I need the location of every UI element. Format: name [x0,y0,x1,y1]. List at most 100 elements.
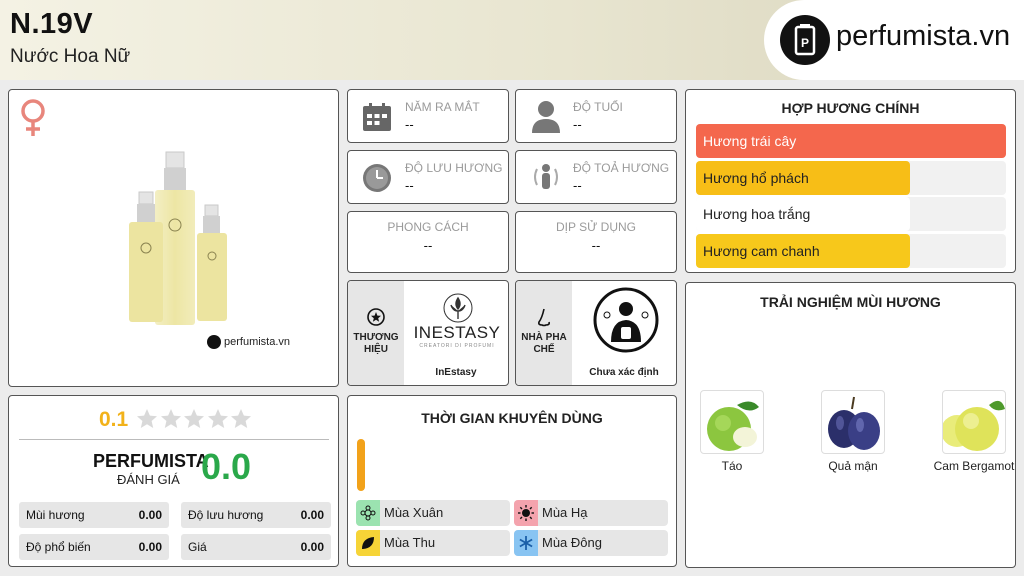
release-year-label: NĂM RA MẮT [405,100,480,114]
stat-item: Độ lưu hương 0.00 [181,502,331,528]
plum-icon[interactable] [821,390,885,454]
rating-card: 0.1 PERFUMISTA ĐÁNH GIÁ 0.0 Mùi hương 0.0… [8,395,339,567]
perfumista-score: 0.0 [201,446,252,487]
main-accords-card: HỢP HƯƠNG CHÍNH Hương trái cây Hương hổ p… [685,89,1016,273]
sillage-value: -- [573,178,582,193]
perfumer-name: Chưa xác định [589,367,659,378]
age-box: ĐỘ TUỔI -- [515,89,677,143]
perfumer-label-2: CHẾ [533,344,555,355]
clock-icon [362,163,392,198]
age-label: ĐỘ TUỔI [573,100,623,114]
sillage-person-icon [530,161,562,198]
watermark-logo-icon [207,335,221,349]
stat-name: Mùi hương [26,508,85,522]
star-icon[interactable] [207,408,230,432]
stat-item: Giá 0.00 [181,534,331,560]
accord-row: Hương hổ phách [696,160,1006,195]
accord-row: Hương cam chanh [696,233,1006,268]
season-tag: Mùa Xuân [356,500,510,526]
longevity-label: ĐỘ LƯU HƯƠNG [405,161,503,175]
star-icon[interactable] [183,408,206,432]
season-label: Mùa Hạ [542,505,588,520]
brand-label-1: THƯƠNG [353,332,399,343]
perfume-bottle-logo-icon: P [780,15,830,65]
rating-divider [19,439,329,440]
style-box: PHONG CÁCH -- [347,211,509,273]
stat-name: Độ phổ biến [26,540,91,554]
perfume-bottles-image [109,150,249,335]
note-name: Quả mận [828,459,878,473]
star-icon[interactable] [136,408,159,432]
longevity-box: ĐỘ LƯU HƯƠNG -- [347,150,509,204]
season-tag: Mùa Hạ [514,500,668,526]
perfumer-card[interactable]: NHÀ PHA CHẾ Chưa xác định [515,280,677,386]
female-symbol-icon [19,98,47,143]
season-tag: Mùa Thu [356,530,510,556]
page-header: N.19V Nước Hoa Nữ P perfumista.vn [0,0,1024,80]
note-name: Táo [721,459,743,473]
bergamot-icon[interactable] [942,390,1006,454]
brand-logo-tagline: CREATORI DI PROFUMI [419,343,495,349]
recommended-time-title: THỜI GIAN KHUYÊN DÙNG [421,410,603,426]
stat-value: 0.00 [300,540,324,554]
brand-name: InEstasy [435,367,477,378]
note-name: Cam Bergamot [933,459,1015,473]
person-icon [530,99,562,138]
season-label: Mùa Thu [384,535,436,550]
site-logo[interactable]: P perfumista.vn [764,0,1024,80]
perfumer-label-1: NHÀ PHA [521,332,567,343]
perfumer-avatar-icon [593,287,659,358]
sun-icon [514,500,538,526]
longevity-value: -- [405,178,414,193]
accord-label: Hương trái cây [703,133,797,149]
stat-item: Độ phổ biến 0.00 [19,534,169,560]
occasion-box: DỊP SỬ DỤNG -- [515,211,677,273]
watermark: perfumista.vn [207,335,290,349]
season-label: Mùa Đông [542,535,602,550]
star-icon[interactable] [230,408,253,432]
snowflake-icon [514,530,538,556]
season-tag: Mùa Đông [514,530,668,556]
star-badge-icon [367,308,385,331]
sillage-box: ĐỘ TOẢ HƯƠNG -- [515,150,677,204]
flower-icon [356,500,380,526]
accord-row: Hương trái cây [696,124,1006,158]
perfume-category: Nước Hoa Nữ [10,46,131,67]
user-score: 0.1 [99,408,129,431]
brand-logo-name: INESTASY [413,323,501,342]
nose-icon [536,308,552,335]
brand-logo: INESTASY CREATORI DI PROFUMI [408,289,506,359]
time-bar [357,439,365,491]
scent-notes-title: TRẢI NGHIỆM MÙI HƯƠNG [760,294,941,310]
release-year-value: -- [405,117,414,132]
accord-row: Hương hoa trắng [696,197,1006,231]
perfume-title: N.19V [10,8,94,40]
release-year-box: NĂM RA MẮT -- [347,89,509,143]
apple-icon[interactable] [700,390,764,454]
accord-label: Hương hoa trắng [703,206,811,222]
stat-value: 0.00 [300,508,324,522]
occasion-label: DỊP SỬ DỤNG [555,220,637,234]
stat-name: Độ lưu hương [188,508,264,522]
main-accords-title: HỢP HƯƠNG CHÍNH [781,100,920,116]
brand-label-2: HIỆU [364,344,388,355]
style-value: -- [423,238,433,253]
stat-item: Mùi hương 0.00 [19,502,169,528]
perfumista-rating-label: ĐÁNH GIÁ [117,472,180,487]
brand-card[interactable]: THƯƠNG HIỆU INESTASY CREATORI DI PROFUMI… [347,280,509,386]
star-rating[interactable] [136,408,254,432]
stat-value: 0.00 [138,540,162,554]
star-icon[interactable] [160,408,183,432]
stat-value: 0.00 [138,508,162,522]
svg-text:P: P [801,36,809,50]
accord-label: Hương hổ phách [703,169,809,186]
recommended-time-card: THỜI GIAN KHUYÊN DÙNG Mùa Xuân Mùa Hạ Mùa … [347,395,677,567]
logo-text: perfumista.vn [836,20,1011,52]
accord-label: Hương cam chanh [703,242,820,259]
occasion-value: -- [591,238,601,253]
age-value: -- [573,117,582,132]
stat-name: Giá [188,540,207,554]
leaf-icon [356,530,380,556]
sillage-label: ĐỘ TOẢ HƯƠNG [573,161,670,175]
perfumer-label-pane: NHÀ PHA CHẾ [516,281,572,385]
